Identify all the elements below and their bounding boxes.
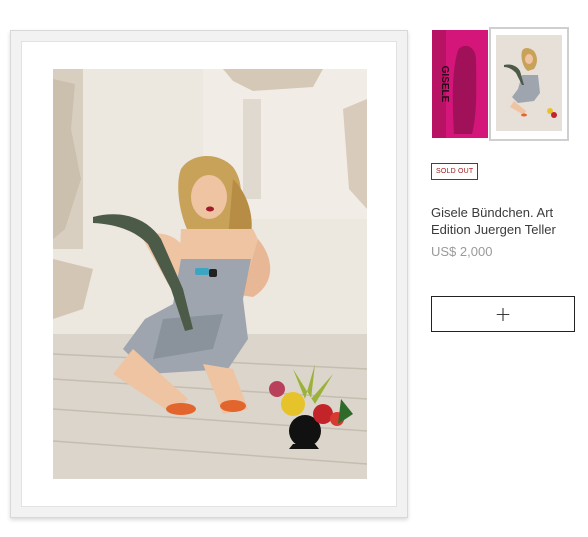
thumbnail-print-image (496, 35, 562, 131)
add-to-cart-button[interactable]: + (431, 296, 575, 332)
plus-icon: + (494, 302, 512, 326)
framed-print (10, 30, 408, 518)
thumbnail-print[interactable] (489, 27, 569, 141)
product-price: US$ 2,000 (431, 244, 493, 259)
photo-illustration (53, 69, 367, 479)
print-image (53, 69, 367, 479)
product-title[interactable]: Gisele Bündchen. Art Edition Juergen Tel… (431, 204, 581, 238)
book-spine-text: GISELE (439, 66, 450, 103)
sold-out-badge: SOLD OUT (431, 163, 479, 180)
thumbnail-book[interactable]: GISELE (432, 30, 488, 138)
book-image: GISELE (432, 30, 488, 138)
